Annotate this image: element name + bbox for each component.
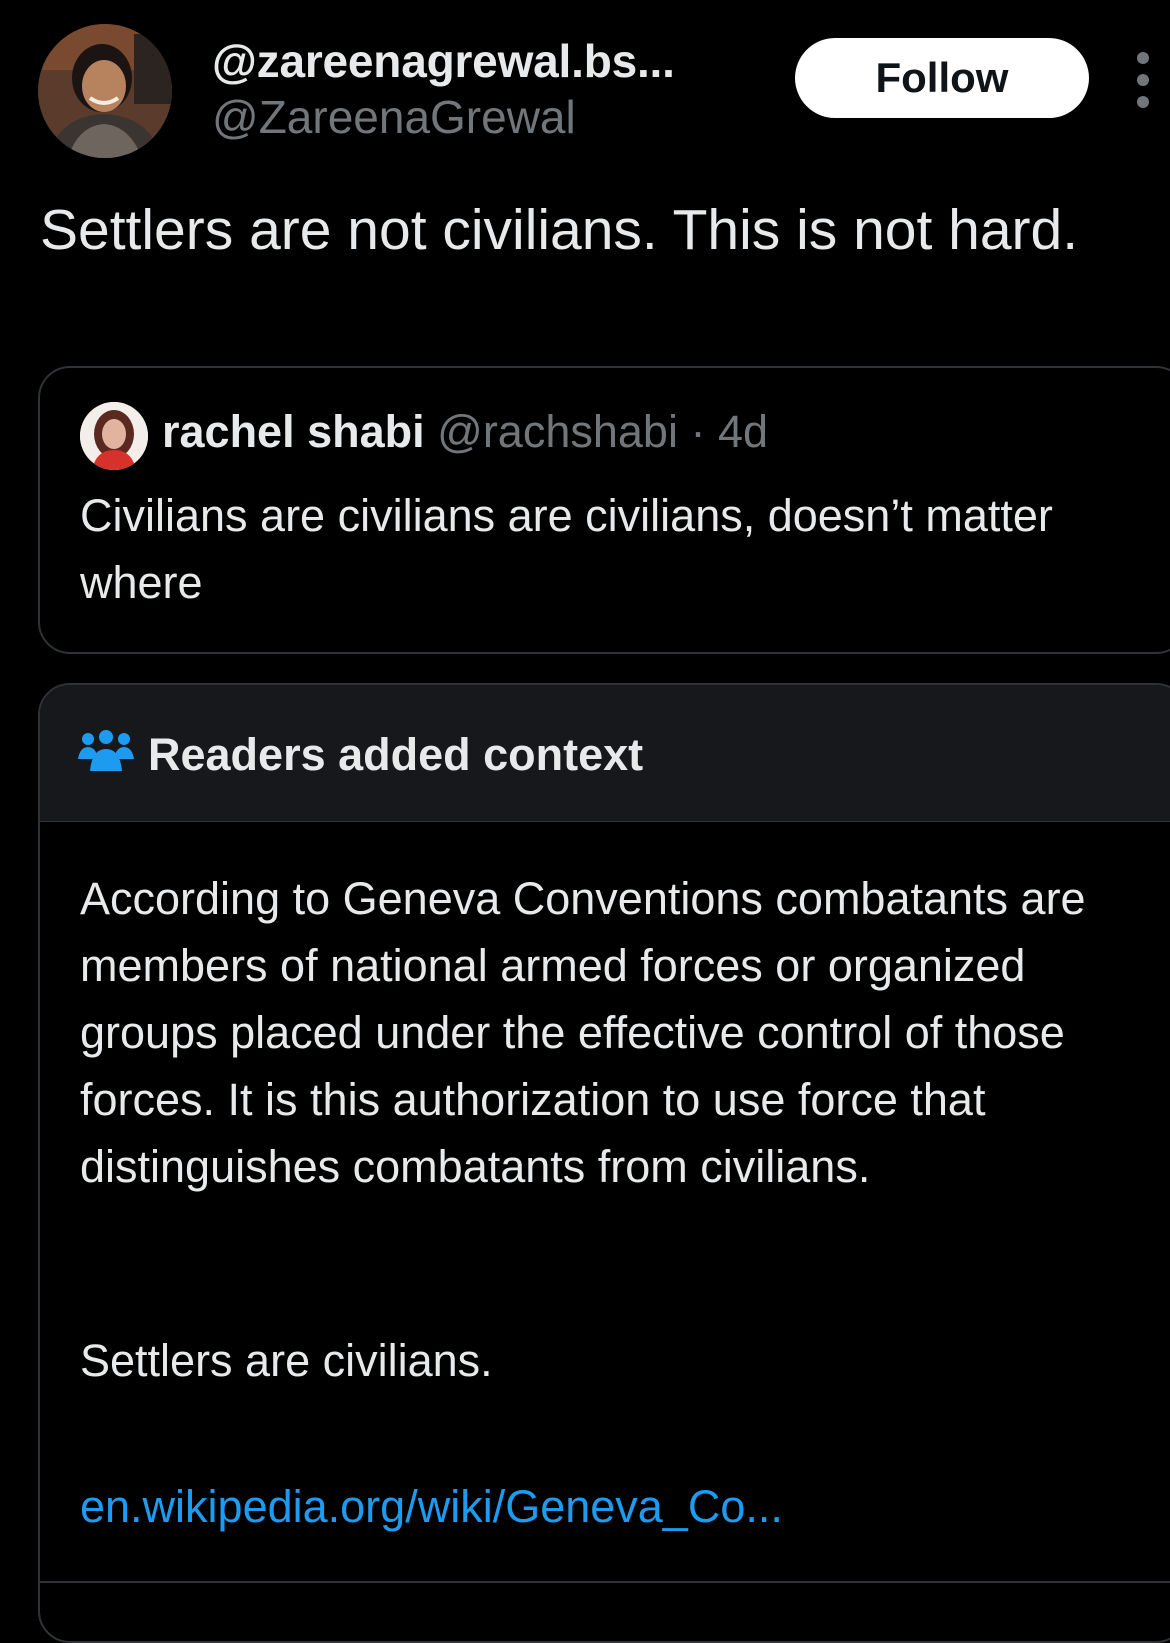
quoted-avatar-image [80,402,148,470]
people-group-icon [78,729,134,775]
community-note-title: Readers added context [148,729,644,780]
community-note-header: Readers added context [40,685,1170,822]
follow-button[interactable]: Follow [795,38,1089,118]
community-note: Readers added context According to Genev… [38,683,1170,1643]
quoted-tweet[interactable]: rachel shabi @rachshabi · 4d Civilians a… [38,366,1170,654]
quoted-author-avatar [80,402,148,470]
dot-icon [1137,96,1149,108]
more-options-icon[interactable] [1128,52,1158,108]
author-display-name[interactable]: @zareenagrewal.bs... [212,34,675,88]
quoted-timestamp: 4d [717,406,769,457]
divider [40,1581,1170,1583]
author-avatar[interactable] [38,24,172,158]
quoted-separator: · [690,406,718,457]
quoted-author-name: rachel shabi [162,406,425,457]
community-note-source-link[interactable]: en.wikipedia.org/wiki/Geneva_Co... [80,1481,783,1533]
author-avatar-image [38,24,172,158]
quoted-tweet-header: rachel shabi @rachshabi · 4d [162,406,768,458]
author-handle[interactable]: @ZareenaGrewal [212,90,576,144]
quoted-author-handle: @rachshabi [437,406,678,457]
quoted-tweet-text: Civilians are civilians are civilians, d… [80,490,1053,608]
tweet-header: @zareenagrewal.bs... @ZareenaGrewal Foll… [0,0,1170,170]
tweet-text: Settlers are not civilians. This is not … [40,198,1079,262]
dot-icon [1137,74,1149,86]
community-note-summary: Settlers are civilians. [80,1335,493,1386]
dot-icon [1137,52,1149,64]
community-note-body: According to Geneva Conventions combatan… [80,873,1086,1192]
